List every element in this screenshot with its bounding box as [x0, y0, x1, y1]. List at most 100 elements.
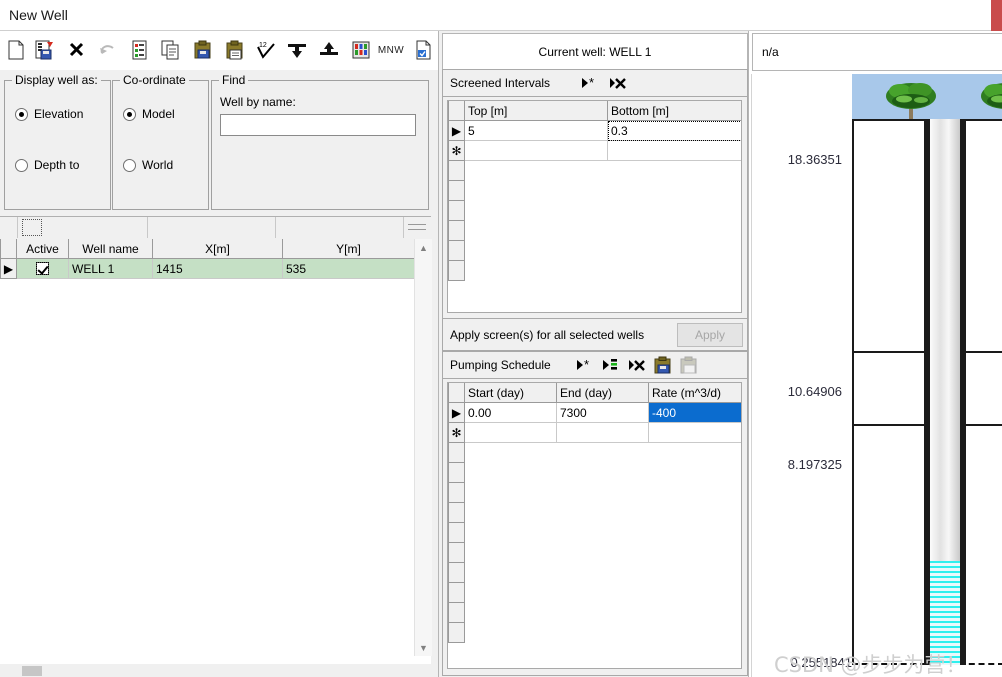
ps-end-cell[interactable]: 7300	[556, 402, 649, 423]
well-table: Active Well name X[m] Y[m] ▶ WELL 1 1415	[0, 239, 415, 279]
new-well-icon[interactable]	[2, 36, 30, 64]
save-well-icon[interactable]	[32, 36, 60, 64]
color-legend-icon[interactable]	[347, 36, 375, 64]
si-empty-cell	[607, 260, 741, 281]
assign-up-icon[interactable]	[315, 36, 343, 64]
radio-elevation-dot	[15, 107, 28, 121]
apply-button-label: Apply	[694, 328, 726, 342]
table-row[interactable]: ▶ WELL 1 1415 535	[0, 258, 415, 279]
radio-model-label: Model	[142, 107, 175, 121]
ps-empty-cell	[556, 522, 649, 543]
radio-depth-to[interactable]: Depth to	[15, 158, 79, 172]
undo-icon[interactable]	[94, 36, 122, 64]
pumping-schedule-grid-wrap: Start (day) End (day) Rate (m^3/d) ▶ 0.0…	[447, 382, 742, 669]
si-empty-marker	[448, 220, 465, 241]
display-well-as-title: Display well as:	[12, 73, 101, 87]
si-empty-marker	[448, 180, 465, 201]
well-by-name-input[interactable]	[220, 114, 416, 136]
delete-well-icon[interactable]	[63, 36, 91, 64]
ps-empty-cell	[464, 582, 557, 603]
si-empty-cell	[464, 200, 608, 221]
well-active-cell[interactable]	[16, 258, 69, 279]
ps-empty-cell	[464, 562, 557, 583]
well-diagram-pane: n/a 18.36351 10.64906 8.197325 0.2551841…	[748, 31, 1002, 677]
radio-elevation[interactable]: Elevation	[15, 107, 83, 121]
scroll-up-icon[interactable]: ▲	[415, 239, 432, 256]
si-col-top[interactable]: Top [m]	[464, 101, 608, 121]
pumping-schedule-header: Pumping Schedule *	[443, 352, 747, 379]
si-top-cell-new[interactable]	[464, 140, 608, 161]
apply-button[interactable]: Apply	[677, 323, 743, 347]
radio-world[interactable]: World	[123, 158, 173, 172]
ps-empty-cell	[556, 502, 649, 523]
si-top-cell[interactable]: 5	[464, 120, 608, 141]
well-properties-icon[interactable]	[126, 36, 154, 64]
well-name-cell[interactable]: WELL 1	[68, 258, 153, 279]
hscroll-thumb[interactable]	[22, 666, 42, 676]
ps-rate-cell[interactable]: -400	[648, 402, 741, 423]
ps-col-start[interactable]: Start (day)	[464, 383, 557, 403]
radio-model[interactable]: Model	[123, 107, 175, 121]
import-clipboard-icon[interactable]	[189, 36, 217, 64]
screened-intervals-panel: Screened Intervals * Top [m] Bottom [m] …	[442, 69, 748, 320]
ps-col-end[interactable]: End (day)	[556, 383, 649, 403]
pumping-schedule-panel: Pumping Schedule * Start (day) End (day)…	[442, 351, 748, 676]
import-clipboard-icon[interactable]	[651, 354, 675, 376]
copy-icon[interactable]	[157, 36, 185, 64]
well-grid-splitter-strip	[0, 217, 431, 240]
export-clipboard-icon[interactable]	[221, 36, 249, 64]
mnw-icon[interactable]: MNW	[374, 36, 408, 64]
ps-start-cell-new[interactable]	[464, 422, 557, 443]
left-pane: Display well as: Elevation Depth to Co-o…	[0, 70, 438, 677]
ps-empty-marker	[448, 522, 465, 543]
ps-empty-marker	[448, 602, 465, 623]
radio-elevation-label: Elevation	[34, 107, 84, 121]
scroll-down-icon[interactable]: ▼	[415, 639, 432, 656]
well-col-x[interactable]: X[m]	[152, 239, 283, 259]
ps-end-cell-new[interactable]	[556, 422, 649, 443]
ps-empty-cell	[464, 622, 557, 643]
assign-down-icon[interactable]	[283, 36, 311, 64]
well-col-active[interactable]: Active	[16, 239, 69, 259]
ps-col-rate[interactable]: Rate (m^3/d)	[648, 383, 741, 403]
apply-screens-text: Apply screen(s) for all selected wells	[450, 327, 645, 342]
add-row-icon[interactable]: *	[578, 72, 602, 94]
well-col-name[interactable]: Well name	[68, 239, 153, 259]
delete-row-icon[interactable]	[606, 72, 630, 94]
table-row	[448, 522, 741, 543]
si-bottom-cell[interactable]: 0.3	[607, 120, 741, 141]
current-well-tab[interactable]: Current well: WELL 1	[442, 33, 748, 70]
add-row-icon[interactable]: *	[573, 354, 597, 376]
well-col-y[interactable]: Y[m]	[282, 239, 415, 259]
row-marker: ▶	[0, 258, 17, 279]
si-empty-cell	[607, 160, 741, 181]
si-bottom-cell-new[interactable]	[607, 140, 741, 161]
ps-corner	[448, 383, 465, 403]
splitter-handle[interactable]	[22, 219, 42, 236]
splitter-grip[interactable]	[408, 220, 426, 235]
table-row[interactable]: ▶ 5 0.3	[448, 120, 741, 141]
si-col-bottom[interactable]: Bottom [m]	[607, 101, 741, 121]
well-y-cell[interactable]: 535	[282, 258, 415, 279]
delete-row-icon[interactable]	[625, 354, 649, 376]
export-file-icon[interactable]	[410, 36, 438, 64]
well-grid-vscrollbar[interactable]: ▲ ▼	[414, 239, 432, 656]
export-clipboard-icon[interactable]	[677, 354, 701, 376]
close-button[interactable]	[991, 0, 1002, 31]
well-grid-hscrollbar[interactable]	[0, 664, 431, 677]
table-row[interactable]: ✻	[448, 140, 741, 161]
tree-icon	[884, 80, 938, 123]
ps-empty-cell	[648, 502, 741, 523]
ps-empty-cell	[556, 482, 649, 503]
insert-row-icon[interactable]	[599, 354, 623, 376]
check-numbering-icon[interactable]: 12	[252, 36, 280, 64]
ps-start-cell[interactable]: 0.00	[464, 402, 557, 423]
table-row[interactable]: ✻	[448, 422, 741, 443]
well-cross-section: 18.36351 10.64906 8.197325 0.2551841 CSD…	[751, 74, 1002, 677]
radio-model-dot	[123, 107, 136, 121]
ps-empty-cell	[648, 602, 741, 623]
table-row[interactable]: ▶ 0.00 7300 -400	[448, 402, 741, 423]
well-active-checkbox[interactable]	[36, 261, 49, 275]
well-x-cell[interactable]: 1415	[152, 258, 283, 279]
ps-rate-cell-new[interactable]	[648, 422, 741, 443]
